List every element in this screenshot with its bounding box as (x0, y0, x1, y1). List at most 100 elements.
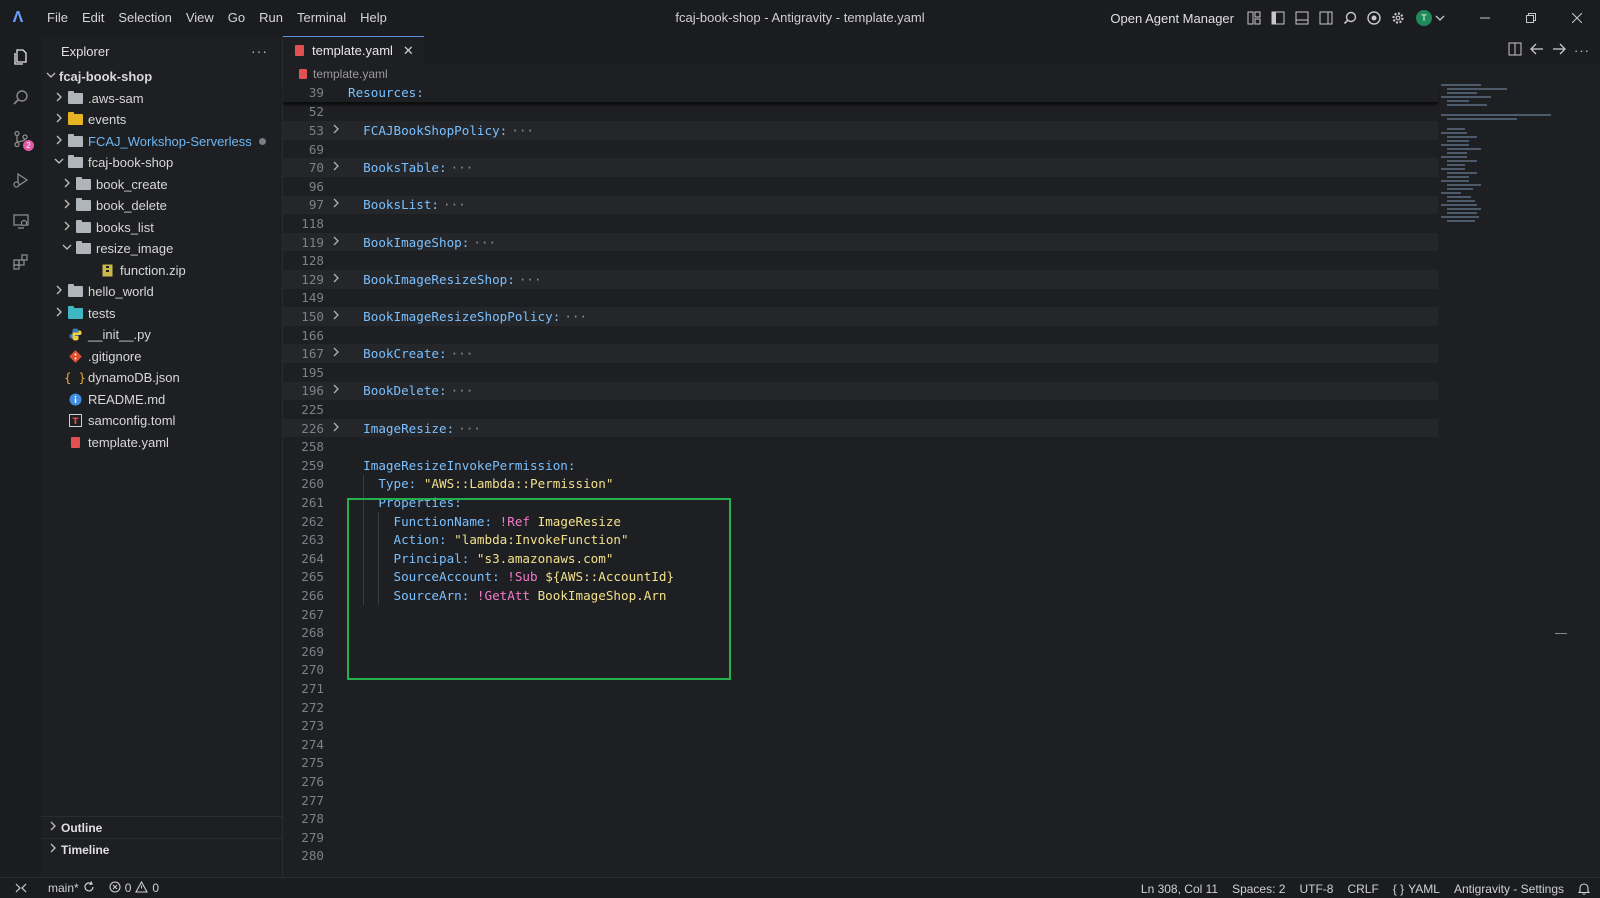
search-icon[interactable] (0, 77, 41, 118)
tree-item[interactable]: tests (41, 303, 282, 325)
toggle-primary-sidebar-icon[interactable] (1266, 6, 1290, 30)
settings-gear-icon[interactable] (1386, 6, 1410, 30)
code-line[interactable]: 258 (283, 437, 1438, 456)
code-line[interactable]: 150 BookImageResizeShopPolicy: ··· (283, 307, 1438, 326)
code-line[interactable]: 167 BookCreate: ··· (283, 344, 1438, 363)
arrow-right-icon[interactable] (1552, 42, 1566, 59)
code-line[interactable]: 70 BooksTable: ··· (283, 158, 1438, 177)
branch-indicator[interactable]: main* (41, 880, 102, 896)
tree-item[interactable]: events (41, 109, 282, 131)
code-line[interactable]: 269 (283, 642, 1438, 661)
source-control-icon[interactable]: 2 (0, 118, 41, 159)
code-line[interactable]: 196 BookDelete: ··· (283, 381, 1438, 401)
code-line[interactable]: 273 (283, 716, 1438, 735)
tree-item[interactable]: template.yaml (41, 432, 282, 454)
search-icon[interactable] (1338, 6, 1362, 30)
outline-section-header[interactable]: Outline (41, 816, 283, 838)
timeline-section-header[interactable]: Timeline (41, 838, 283, 860)
code-line[interactable]: 260 Type: "AWS::Lambda::Permission" (283, 475, 1438, 494)
code-line[interactable]: 262 FunctionName: !Ref ImageResize (283, 512, 1438, 531)
code-line[interactable]: 118 (283, 214, 1438, 233)
code-editor[interactable]: 39 Resources: 52 53 FCAJBookShopPolicy: ··… (283, 84, 1438, 877)
fold-chevron-icon[interactable] (324, 198, 348, 211)
open-agent-manager-button[interactable]: Open Agent Manager (1110, 11, 1234, 26)
encoding[interactable]: UTF-8 (1292, 882, 1340, 896)
code-line[interactable]: 195 (283, 363, 1438, 382)
fold-chevron-icon[interactable] (324, 384, 348, 397)
menu-view[interactable]: View (179, 0, 221, 36)
code-line[interactable]: 96 (283, 177, 1438, 196)
code-line[interactable]: 261 Properties: (283, 493, 1438, 512)
tree-root-fcaj-book-shop[interactable]: fcaj-book-shop (41, 66, 282, 88)
minimize-window-button[interactable] (1462, 0, 1508, 36)
code-line[interactable]: 52 (283, 103, 1438, 122)
fold-chevron-icon[interactable] (324, 273, 348, 286)
fold-chevron-icon[interactable] (324, 124, 348, 137)
code-line[interactable]: 276 (283, 772, 1438, 791)
tree-item[interactable]: fcaj-book-shop (41, 152, 282, 174)
sticky-scroll-line[interactable]: 39 Resources: (283, 84, 1438, 103)
avatar[interactable]: T (1416, 10, 1432, 26)
fold-chevron-icon[interactable] (324, 236, 348, 249)
toggle-secondary-sidebar-icon[interactable] (1314, 6, 1338, 30)
code-line[interactable]: 264 Principal: "s3.amazonaws.com" (283, 549, 1438, 568)
menu-edit[interactable]: Edit (75, 0, 111, 36)
code-line[interactable]: 69 (283, 140, 1438, 159)
code-line[interactable]: 97 BooksList: ··· (283, 195, 1438, 215)
code-line[interactable]: 265 SourceAccount: !Sub ${AWS::AccountId… (283, 568, 1438, 587)
code-line[interactable]: 268 (283, 623, 1438, 642)
run-and-debug-icon[interactable] (0, 159, 41, 200)
code-line[interactable]: 267 (283, 605, 1438, 624)
code-line[interactable]: 53 FCAJBookShopPolicy: ··· (283, 121, 1438, 140)
code-line[interactable]: 166 (283, 326, 1438, 345)
minimap[interactable] (1441, 84, 1561, 244)
fold-chevron-icon[interactable] (324, 161, 348, 174)
antigravity-settings[interactable]: Antigravity - Settings (1447, 882, 1571, 896)
code-line[interactable]: 119 BookImageShop: ··· (283, 232, 1438, 252)
tree-item[interactable]: __init__.py (41, 324, 282, 346)
fold-chevron-icon[interactable] (324, 422, 348, 435)
menu-run[interactable]: Run (252, 0, 290, 36)
cursor-position[interactable]: Ln 308, Col 11 (1134, 882, 1225, 896)
tree-item[interactable]: book_create (41, 174, 282, 196)
tree-item[interactable]: function.zip (41, 260, 282, 282)
code-line[interactable]: 149 (283, 289, 1438, 308)
close-window-button[interactable] (1554, 0, 1600, 36)
arrow-left-icon[interactable] (1530, 42, 1544, 59)
customize-layout-icon[interactable] (1242, 6, 1266, 30)
code-line[interactable]: 270 (283, 661, 1438, 680)
tree-item[interactable]: README.md (41, 389, 282, 411)
problems-indicator[interactable]: 0 0 (102, 880, 166, 896)
more-actions-icon[interactable]: ··· (251, 43, 268, 59)
fold-chevron-icon[interactable] (324, 310, 348, 323)
code-line[interactable]: 266 SourceArn: !GetAtt BookImageShop.Arn (283, 586, 1438, 605)
tree-item[interactable]: .aws-sam (41, 88, 282, 110)
extensions-icon[interactable] (0, 241, 41, 282)
toggle-panel-icon[interactable] (1290, 6, 1314, 30)
code-line[interactable]: 275 (283, 754, 1438, 773)
code-line[interactable]: 274 (283, 735, 1438, 754)
tree-item[interactable]: FCAJ_Workshop-Serverless (41, 131, 282, 153)
line-endings[interactable]: CRLF (1340, 882, 1385, 896)
code-line[interactable]: 225 (283, 400, 1438, 419)
tree-item[interactable]: book_delete (41, 195, 282, 217)
close-icon[interactable]: ✕ (403, 43, 414, 59)
code-line[interactable]: 277 (283, 791, 1438, 810)
tab-template-yaml[interactable]: template.yaml ✕ (283, 36, 424, 64)
tree-item[interactable]: .gitignore (41, 346, 282, 368)
tree-item[interactable]: hello_world (41, 281, 282, 303)
more-actions-icon[interactable]: ··· (1574, 43, 1590, 58)
code-line[interactable]: 272 (283, 698, 1438, 717)
code-line[interactable]: 263 Action: "lambda:InvokeFunction" (283, 530, 1438, 549)
tree-item[interactable]: books_list (41, 217, 282, 239)
split-editor-icon[interactable] (1508, 42, 1522, 59)
code-line[interactable]: 280 (283, 847, 1438, 866)
menu-file[interactable]: File (40, 0, 75, 36)
tree-item[interactable]: { } dynamoDB.json (41, 367, 282, 389)
fold-chevron-icon[interactable] (324, 347, 348, 360)
notifications-bell-icon[interactable] (1571, 882, 1600, 895)
remote-indicator-icon[interactable] (0, 878, 41, 898)
code-line[interactable]: 271 (283, 679, 1438, 698)
tree-item[interactable]: resize_image (41, 238, 282, 260)
remote-explorer-icon[interactable] (0, 200, 41, 241)
